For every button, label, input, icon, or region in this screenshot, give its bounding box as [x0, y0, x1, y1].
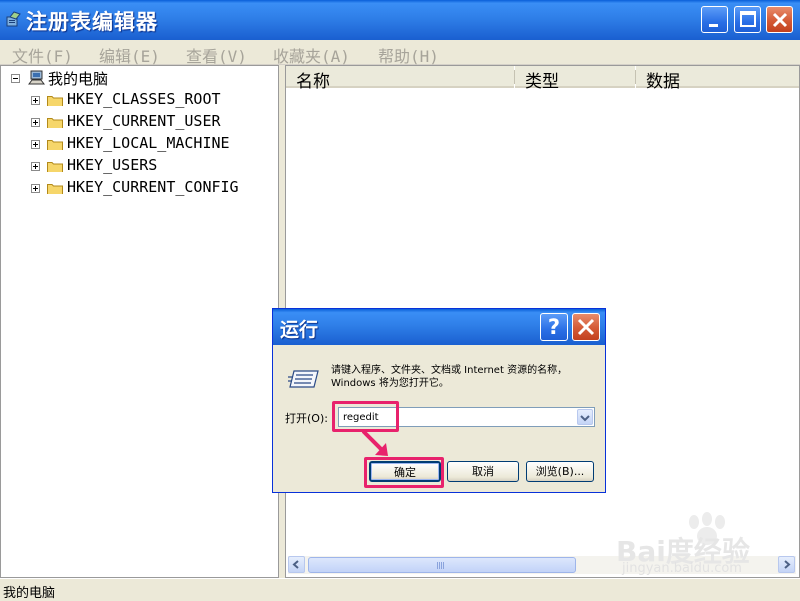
folder-icon — [47, 140, 63, 150]
expand-icon[interactable] — [31, 162, 40, 171]
registry-tree-pane[interactable]: 我的电脑 HKEY_CLASSES_ROOT HKEY_CURRENT_USER… — [0, 65, 279, 578]
arrow-left-icon — [292, 560, 299, 569]
close-button[interactable] — [766, 6, 793, 33]
tree-item-hklm[interactable]: HKEY_LOCAL_MACHINE — [1, 134, 271, 154]
tree-item-label: HKEY_CLASSES_ROOT — [67, 90, 221, 108]
minimize-icon — [709, 24, 718, 27]
run-dialog-description: 请键入程序、文件夹、文档或 Internet 资源的名称，Windows 将为您… — [331, 365, 568, 389]
menu-favorites[interactable]: 收藏夹(A) — [273, 43, 350, 67]
regedit-app-icon — [6, 11, 21, 27]
close-icon — [772, 12, 788, 28]
tree-root[interactable]: 我的电脑 — [1, 68, 271, 88]
tree-item-label: HKEY_LOCAL_MACHINE — [67, 134, 230, 152]
combobox-dropdown-button[interactable] — [577, 409, 593, 425]
help-button[interactable]: ? — [540, 313, 568, 341]
grip-icon — [437, 562, 445, 569]
chevron-down-icon — [580, 415, 590, 422]
tree-item-label: HKEY_USERS — [67, 156, 158, 174]
tree-item-hkcu[interactable]: HKEY_CURRENT_USER — [1, 112, 271, 132]
window-titlebar[interactable]: 注册表编辑器 — [0, 0, 800, 40]
window-title: 注册表编辑器 — [26, 10, 158, 34]
tree-item-hkcr[interactable]: HKEY_CLASSES_ROOT — [1, 90, 271, 110]
column-header-name-label: 名称 — [296, 72, 330, 92]
tree-item-label: HKEY_CURRENT_USER — [67, 112, 221, 130]
tree-item-hkcc[interactable]: HKEY_CURRENT_CONFIG — [1, 178, 271, 198]
maximize-icon — [740, 11, 756, 27]
watermark-url: jingyan.baidu.com — [622, 561, 742, 576]
column-header-name[interactable]: 名称 — [286, 66, 514, 92]
close-icon — [577, 318, 595, 336]
column-header-data[interactable]: 数据 — [636, 66, 799, 92]
expand-icon[interactable] — [31, 140, 40, 149]
dialog-close-button[interactable] — [572, 313, 600, 341]
menu-help[interactable]: 帮助(H) — [378, 43, 439, 67]
minimize-button[interactable] — [701, 6, 728, 33]
expand-icon[interactable] — [31, 118, 40, 127]
help-icon: ? — [547, 315, 561, 339]
browse-button[interactable]: 浏览(B)... — [526, 461, 594, 482]
folder-icon — [47, 162, 63, 172]
tree-item-label: HKEY_CURRENT_CONFIG — [67, 178, 239, 196]
menu-edit[interactable]: 编辑(E) — [99, 43, 160, 67]
annotation-arrow-icon — [362, 430, 388, 456]
column-header-type-label: 类型 — [525, 72, 559, 92]
tree-item-hku[interactable]: HKEY_USERS — [1, 156, 271, 176]
tree-root-label: 我的电脑 — [48, 70, 109, 88]
run-icon — [288, 370, 319, 388]
menu-bar: 文件(F) 编辑(E) 查看(V) 收藏夹(A) 帮助(H) — [0, 40, 800, 67]
maximize-button[interactable] — [734, 6, 761, 33]
collapse-icon[interactable] — [11, 74, 20, 83]
expand-icon[interactable] — [31, 96, 40, 105]
column-header-type[interactable]: 类型 — [515, 66, 635, 92]
status-text: 我的电脑 — [3, 586, 56, 601]
menu-file[interactable]: 文件(F) — [12, 43, 73, 67]
folder-icon — [47, 96, 63, 106]
folder-icon — [47, 118, 63, 128]
expand-icon[interactable] — [31, 184, 40, 193]
run-dialog-title: 运行 — [280, 319, 319, 341]
status-bar: 我的电脑 — [0, 578, 800, 601]
scroll-left-button[interactable] — [288, 556, 305, 573]
scrollbar-thumb[interactable] — [308, 557, 576, 573]
folder-icon — [47, 184, 63, 194]
open-label: 打开(O): — [285, 412, 328, 425]
run-dialog-titlebar[interactable]: 运行 ? — [273, 309, 605, 345]
cancel-button[interactable]: 取消 — [447, 461, 519, 482]
menu-view[interactable]: 查看(V) — [186, 43, 247, 67]
computer-icon — [28, 70, 45, 85]
column-header-data-label: 数据 — [646, 72, 680, 92]
